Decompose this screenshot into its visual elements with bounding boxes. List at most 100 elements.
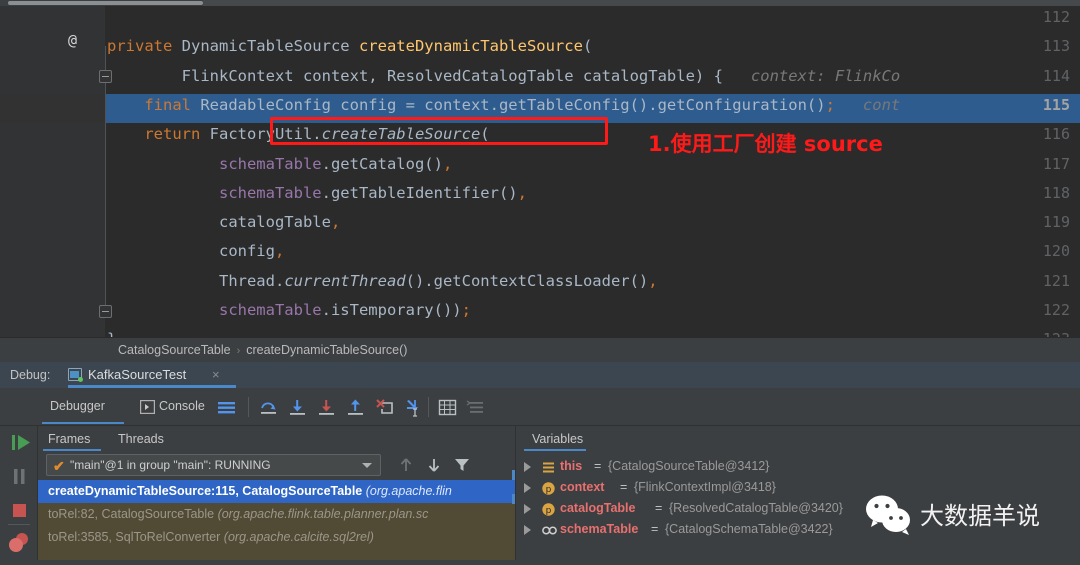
parameter-icon: p xyxy=(542,481,555,495)
variable-equals: = xyxy=(655,501,663,515)
variable-equals: = xyxy=(594,459,602,473)
variable-value: {ResolvedCatalogTable@3420} xyxy=(669,501,843,515)
force-step-into-icon[interactable] xyxy=(317,398,336,417)
call-stack-list[interactable]: createDynamicTableSource:115, CatalogSou… xyxy=(38,480,515,560)
stack-frame-row[interactable]: toRel:82, CatalogSourceTable (org.apache… xyxy=(38,503,515,526)
code-editor[interactable]: 112113114115116117118119120121122123124 … xyxy=(0,6,1080,337)
stack-frame-package: (org.apache.calcite.sql2rel) xyxy=(223,530,374,544)
tab-debugger-underline xyxy=(42,422,124,424)
tab-threads[interactable]: Threads xyxy=(118,426,164,452)
debugger-toolbar: Debugger Console xyxy=(0,388,1080,426)
chevron-down-icon[interactable] xyxy=(362,463,372,468)
scrollbar-thumb[interactable] xyxy=(8,1,203,5)
code-line: schemaTable.getCatalog(), xyxy=(107,150,1080,179)
code-line: schemaTable.getTableIdentifier(), xyxy=(107,179,1080,208)
frames-tabs: Frames Threads xyxy=(38,426,515,452)
current-line-gutter-highlight xyxy=(0,93,105,124)
code-line-text: FlinkContext context, ResolvedCatalogTab… xyxy=(107,66,901,85)
pause-icon[interactable] xyxy=(0,460,38,492)
wechat-icon xyxy=(862,494,920,545)
code-line: private DynamicTableSource createDynamic… xyxy=(107,32,1080,61)
watermark: 大数据羊说 xyxy=(862,494,1077,544)
tab-frames-underline xyxy=(43,449,101,451)
code-lines: private DynamicTableSource createDynamic… xyxy=(107,6,1080,337)
variable-name: schemaTable xyxy=(560,522,639,536)
code-line: Thread.currentThread().getContextClassLo… xyxy=(107,267,1080,296)
stack-frame-package: (org.apache.flink.table.planner.plan.sc xyxy=(217,507,429,521)
line-number-gutter xyxy=(0,6,55,337)
code-line: return FactoryUtil.createTableSource( xyxy=(107,120,1080,149)
stack-frame-row[interactable]: createDynamicTableSource:115, CatalogSou… xyxy=(38,480,515,503)
breadcrumb-class[interactable]: CatalogSourceTable xyxy=(118,343,231,357)
variable-value: {CatalogSourceTable@3412} xyxy=(608,459,770,473)
ide-window: 112113114115116117118119120121122123124 … xyxy=(0,0,1080,560)
settings-list-icon[interactable] xyxy=(466,398,485,417)
debug-window-label: Debug: xyxy=(10,368,51,382)
stack-frame-package: (org.apache.flin xyxy=(365,484,452,498)
step-out-icon[interactable] xyxy=(346,398,365,417)
tab-console[interactable]: Console xyxy=(159,388,205,426)
code-line: FlinkContext context, ResolvedCatalogTab… xyxy=(107,62,1080,91)
code-line-text: schemaTable.isTemporary()); xyxy=(218,301,471,319)
code-line-text: Thread.currentThread().getContextClassLo… xyxy=(107,271,658,290)
arrow-down-icon[interactable] xyxy=(423,454,445,476)
variable-equals: = xyxy=(651,522,659,536)
expand-triangle-icon[interactable] xyxy=(524,483,531,493)
tab-debugger[interactable]: Debugger xyxy=(50,388,105,426)
annotation-gutter[interactable] xyxy=(55,6,105,337)
breadcrumb-separator-icon: › xyxy=(236,345,241,357)
local-var-icon xyxy=(542,523,557,536)
code-line-text: private DynamicTableSource createDynamic… xyxy=(107,37,593,56)
toolbar-separator-1 xyxy=(248,397,249,417)
resume-icon[interactable] xyxy=(0,426,38,458)
layout-icon[interactable] xyxy=(217,398,236,417)
tab-variables-underline xyxy=(524,449,586,451)
step-over-icon[interactable] xyxy=(259,398,278,417)
code-line-text: catalogTable, xyxy=(107,213,341,232)
annotation-at-marker: @ xyxy=(68,31,78,49)
expand-triangle-icon[interactable] xyxy=(524,462,531,472)
variable-value: {FlinkContextImpl@3418} xyxy=(634,480,776,494)
code-line-text: } xyxy=(107,325,116,337)
code-fold-bar xyxy=(105,46,106,316)
check-icon: ✔ xyxy=(53,458,65,474)
console-icon xyxy=(140,400,156,415)
field-list-icon xyxy=(542,460,555,473)
watermark-text: 大数据羊说 xyxy=(920,502,1040,530)
breadcrumb-method[interactable]: createDynamicTableSource() xyxy=(246,343,407,357)
thread-selector-dropdown[interactable]: ✔ "main"@1 in group "main": RUNNING xyxy=(46,454,381,476)
svg-text:p: p xyxy=(546,485,552,495)
arrow-up-icon[interactable] xyxy=(395,454,417,476)
stack-frame-label: toRel:82, CatalogSourceTable xyxy=(48,507,218,521)
code-line: catalogTable, xyxy=(107,208,1080,237)
step-into-icon[interactable] xyxy=(288,398,307,417)
drop-frame-icon[interactable] xyxy=(375,398,394,417)
variable-name: context xyxy=(560,480,605,494)
stack-frame-label: createDynamicTableSource:115, CatalogSou… xyxy=(48,484,366,498)
stack-frame-row[interactable]: toRel:3585, SqlToRelConverter (org.apach… xyxy=(38,526,515,549)
code-line-text: final ReadableConfig config = context.ge… xyxy=(144,95,901,114)
code-line-text: schemaTable.getCatalog(), xyxy=(218,154,453,173)
run-to-cursor-icon[interactable] xyxy=(404,398,423,417)
expand-triangle-icon[interactable] xyxy=(524,504,531,514)
toolbar-separator-2 xyxy=(428,397,429,417)
variable-name: this xyxy=(560,459,583,473)
code-line: schemaTable.isTemporary()); xyxy=(107,296,1080,325)
code-line-text: config, xyxy=(107,242,285,261)
expand-triangle-icon[interactable] xyxy=(524,525,531,535)
variable-row[interactable]: this = {CatalogSourceTable@3412} xyxy=(516,456,1080,477)
code-line: final ReadableConfig config = context.ge… xyxy=(107,91,1080,120)
filter-icon[interactable] xyxy=(451,454,473,476)
debug-session-icon xyxy=(68,368,83,382)
mute-breakpoints-icon[interactable] xyxy=(0,528,38,560)
code-line: config, xyxy=(107,237,1080,266)
evaluate-expression-icon[interactable] xyxy=(438,398,457,417)
breadcrumb-inner: CatalogSourceTable › createDynamicTableSou… xyxy=(118,338,407,363)
parameter-icon: p xyxy=(542,502,555,516)
variable-value: {CatalogSchemaTable@3422} xyxy=(665,522,833,536)
breadcrumb[interactable]: CatalogSourceTable › createDynamicTableSou… xyxy=(0,337,1080,362)
stop-icon[interactable] xyxy=(0,494,38,526)
code-line-text: return FactoryUtil.createTableSource( xyxy=(144,125,490,144)
debug-tool-window-header: Debug: KafkaSourceTest × xyxy=(0,362,1080,388)
